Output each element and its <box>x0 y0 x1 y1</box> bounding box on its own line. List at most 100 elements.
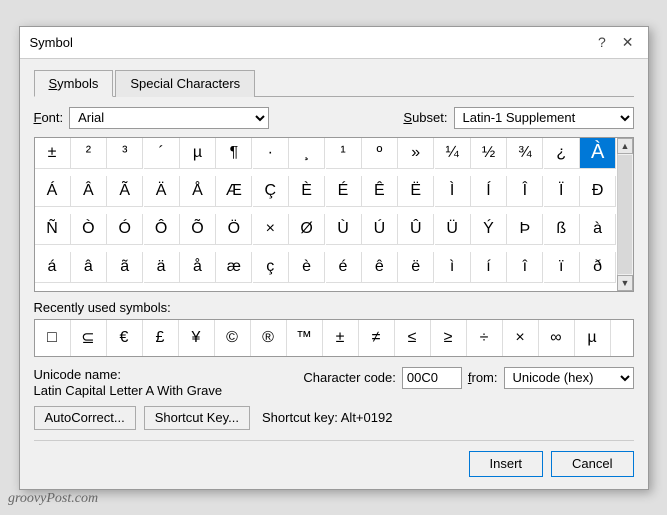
symbol-cell[interactable]: Ù <box>326 214 362 245</box>
symbol-cell[interactable]: î <box>507 252 543 283</box>
recently-used-cell[interactable]: ® <box>251 320 287 356</box>
recently-used-cell[interactable]: µ <box>575 320 611 356</box>
symbol-cell[interactable]: ¾ <box>507 138 543 169</box>
symbol-cell[interactable]: Ç <box>253 176 289 207</box>
symbol-cell[interactable]: Ê <box>362 176 398 207</box>
shortcut-key-button[interactable]: Shortcut Key... <box>144 406 250 430</box>
recently-used-cell[interactable]: © <box>215 320 251 356</box>
symbol-cell[interactable]: Ô <box>144 214 180 245</box>
from-select[interactable]: Unicode (hex) ASCII (decimal) ASCII (hex… <box>504 367 634 389</box>
recently-used-cell[interactable]: ÷ <box>467 320 503 356</box>
symbol-cell[interactable]: Â <box>71 176 107 207</box>
symbol-cell[interactable]: ì <box>435 252 471 283</box>
symbol-cell[interactable]: · <box>253 138 289 169</box>
symbol-cell[interactable]: Ó <box>107 214 143 245</box>
symbol-cell[interactable]: ³ <box>107 138 143 169</box>
recently-used-cell[interactable]: £ <box>143 320 179 356</box>
symbol-cell[interactable]: × <box>253 214 289 245</box>
symbol-cell[interactable]: À <box>580 138 616 169</box>
symbol-cell[interactable]: µ <box>180 138 216 169</box>
symbol-cell[interactable]: è <box>289 252 325 283</box>
symbol-cell[interactable]: È <box>289 176 325 207</box>
symbol-cell[interactable]: Ý <box>471 214 507 245</box>
recently-used-cell[interactable]: ± <box>323 320 359 356</box>
symbol-cell[interactable]: Õ <box>180 214 216 245</box>
recently-used-cell[interactable]: × <box>503 320 539 356</box>
recently-used-cell[interactable]: ⊆ <box>71 320 107 356</box>
insert-button[interactable]: Insert <box>469 451 544 477</box>
recently-used-cell[interactable]: ≤ <box>395 320 431 356</box>
font-select[interactable]: Arial <box>69 107 269 129</box>
symbol-cell[interactable]: Û <box>398 214 434 245</box>
grid-scrollbar: ▲ ▼ <box>617 138 633 291</box>
autocorrect-button[interactable]: AutoCorrect... <box>34 406 136 430</box>
recently-used-cell[interactable]: ™ <box>287 320 323 356</box>
recently-used-cell[interactable]: ∞ <box>539 320 575 356</box>
unicode-name: Latin Capital Letter A With Grave <box>34 383 304 398</box>
symbol-cell[interactable]: ï <box>544 252 580 283</box>
symbol-cell[interactable]: Þ <box>507 214 543 245</box>
cancel-button[interactable]: Cancel <box>551 451 633 477</box>
symbol-cell[interactable]: é <box>326 252 362 283</box>
symbol-cell[interactable]: Ï <box>544 176 580 207</box>
close-button[interactable]: ✕ <box>618 33 638 51</box>
tab-special-characters[interactable]: Special Characters <box>115 70 255 97</box>
tab-symbols[interactable]: Symbols <box>34 70 114 97</box>
symbol-cell[interactable]: ã <box>107 252 143 283</box>
symbol-cell[interactable]: ê <box>362 252 398 283</box>
symbol-cell[interactable]: å <box>180 252 216 283</box>
symbol-cell[interactable]: Ö <box>216 214 252 245</box>
recently-used-cell[interactable]: € <box>107 320 143 356</box>
char-code-input[interactable] <box>402 367 462 389</box>
scroll-down-button[interactable]: ▼ <box>617 275 633 291</box>
symbol-cell[interactable]: â <box>71 252 107 283</box>
symbol-cell[interactable]: Ø <box>289 214 325 245</box>
subset-select[interactable]: Latin-1 Supplement <box>454 107 634 129</box>
symbol-cell[interactable]: ¿ <box>544 138 580 169</box>
symbol-cell[interactable]: Ã <box>107 176 143 207</box>
symbol-cell[interactable]: à <box>580 214 616 245</box>
symbol-cell[interactable]: º <box>362 138 398 169</box>
help-button[interactable]: ? <box>594 33 610 51</box>
symbol-cell[interactable]: æ <box>216 252 252 283</box>
symbol-cell[interactable]: ç <box>253 252 289 283</box>
recently-used-cell[interactable]: ≥ <box>431 320 467 356</box>
symbol-cell[interactable]: É <box>326 176 362 207</box>
scroll-up-button[interactable]: ▲ <box>617 138 633 154</box>
symbol-cell[interactable]: á <box>35 252 71 283</box>
symbol-cell[interactable]: Î <box>507 176 543 207</box>
recently-used-cell[interactable]: ¥ <box>179 320 215 356</box>
tab-symbols-label: Symbols <box>49 76 99 91</box>
tab-bar: Symbols Special Characters <box>34 69 634 97</box>
symbol-cell[interactable]: ð <box>580 252 616 283</box>
symbol-cell[interactable]: ¸ <box>289 138 325 169</box>
symbol-cell[interactable]: ä <box>144 252 180 283</box>
symbol-cell[interactable]: Ò <box>71 214 107 245</box>
recently-used-cell[interactable]: □ <box>35 320 71 356</box>
symbol-cell[interactable]: Í <box>471 176 507 207</box>
symbol-cell[interactable]: Ì <box>435 176 471 207</box>
scrollbar-track[interactable] <box>618 155 632 274</box>
symbol-cell[interactable]: Ü <box>435 214 471 245</box>
symbol-cell[interactable]: Ú <box>362 214 398 245</box>
symbol-cell[interactable]: Ñ <box>35 214 71 245</box>
symbol-cell[interactable]: Æ <box>216 176 252 207</box>
symbol-cell[interactable]: Á <box>35 176 71 207</box>
symbol-cell[interactable]: ´ <box>144 138 180 169</box>
symbol-cell[interactable]: ß <box>544 214 580 245</box>
recently-used-cell[interactable]: ≠ <box>359 320 395 356</box>
symbol-cell[interactable]: Ë <box>398 176 434 207</box>
symbol-cell[interactable]: ± <box>35 138 71 169</box>
symbol-cell[interactable]: Ä <box>144 176 180 207</box>
symbol-cell[interactable]: ² <box>71 138 107 169</box>
symbol-cell[interactable]: Å <box>180 176 216 207</box>
symbol-cell[interactable]: ½ <box>471 138 507 169</box>
symbol-cell[interactable]: ë <box>398 252 434 283</box>
symbol-cell[interactable]: í <box>471 252 507 283</box>
symbol-cell[interactable]: ¶ <box>216 138 252 169</box>
symbol-cell[interactable]: Ð <box>580 176 616 207</box>
symbol-cell[interactable]: » <box>398 138 434 169</box>
symbol-cell[interactable]: ¼ <box>435 138 471 169</box>
symbol-cell[interactable]: ¹ <box>326 138 362 169</box>
symbol-dialog: Symbol ? ✕ Symbols Special Characters Fo… <box>19 26 649 490</box>
